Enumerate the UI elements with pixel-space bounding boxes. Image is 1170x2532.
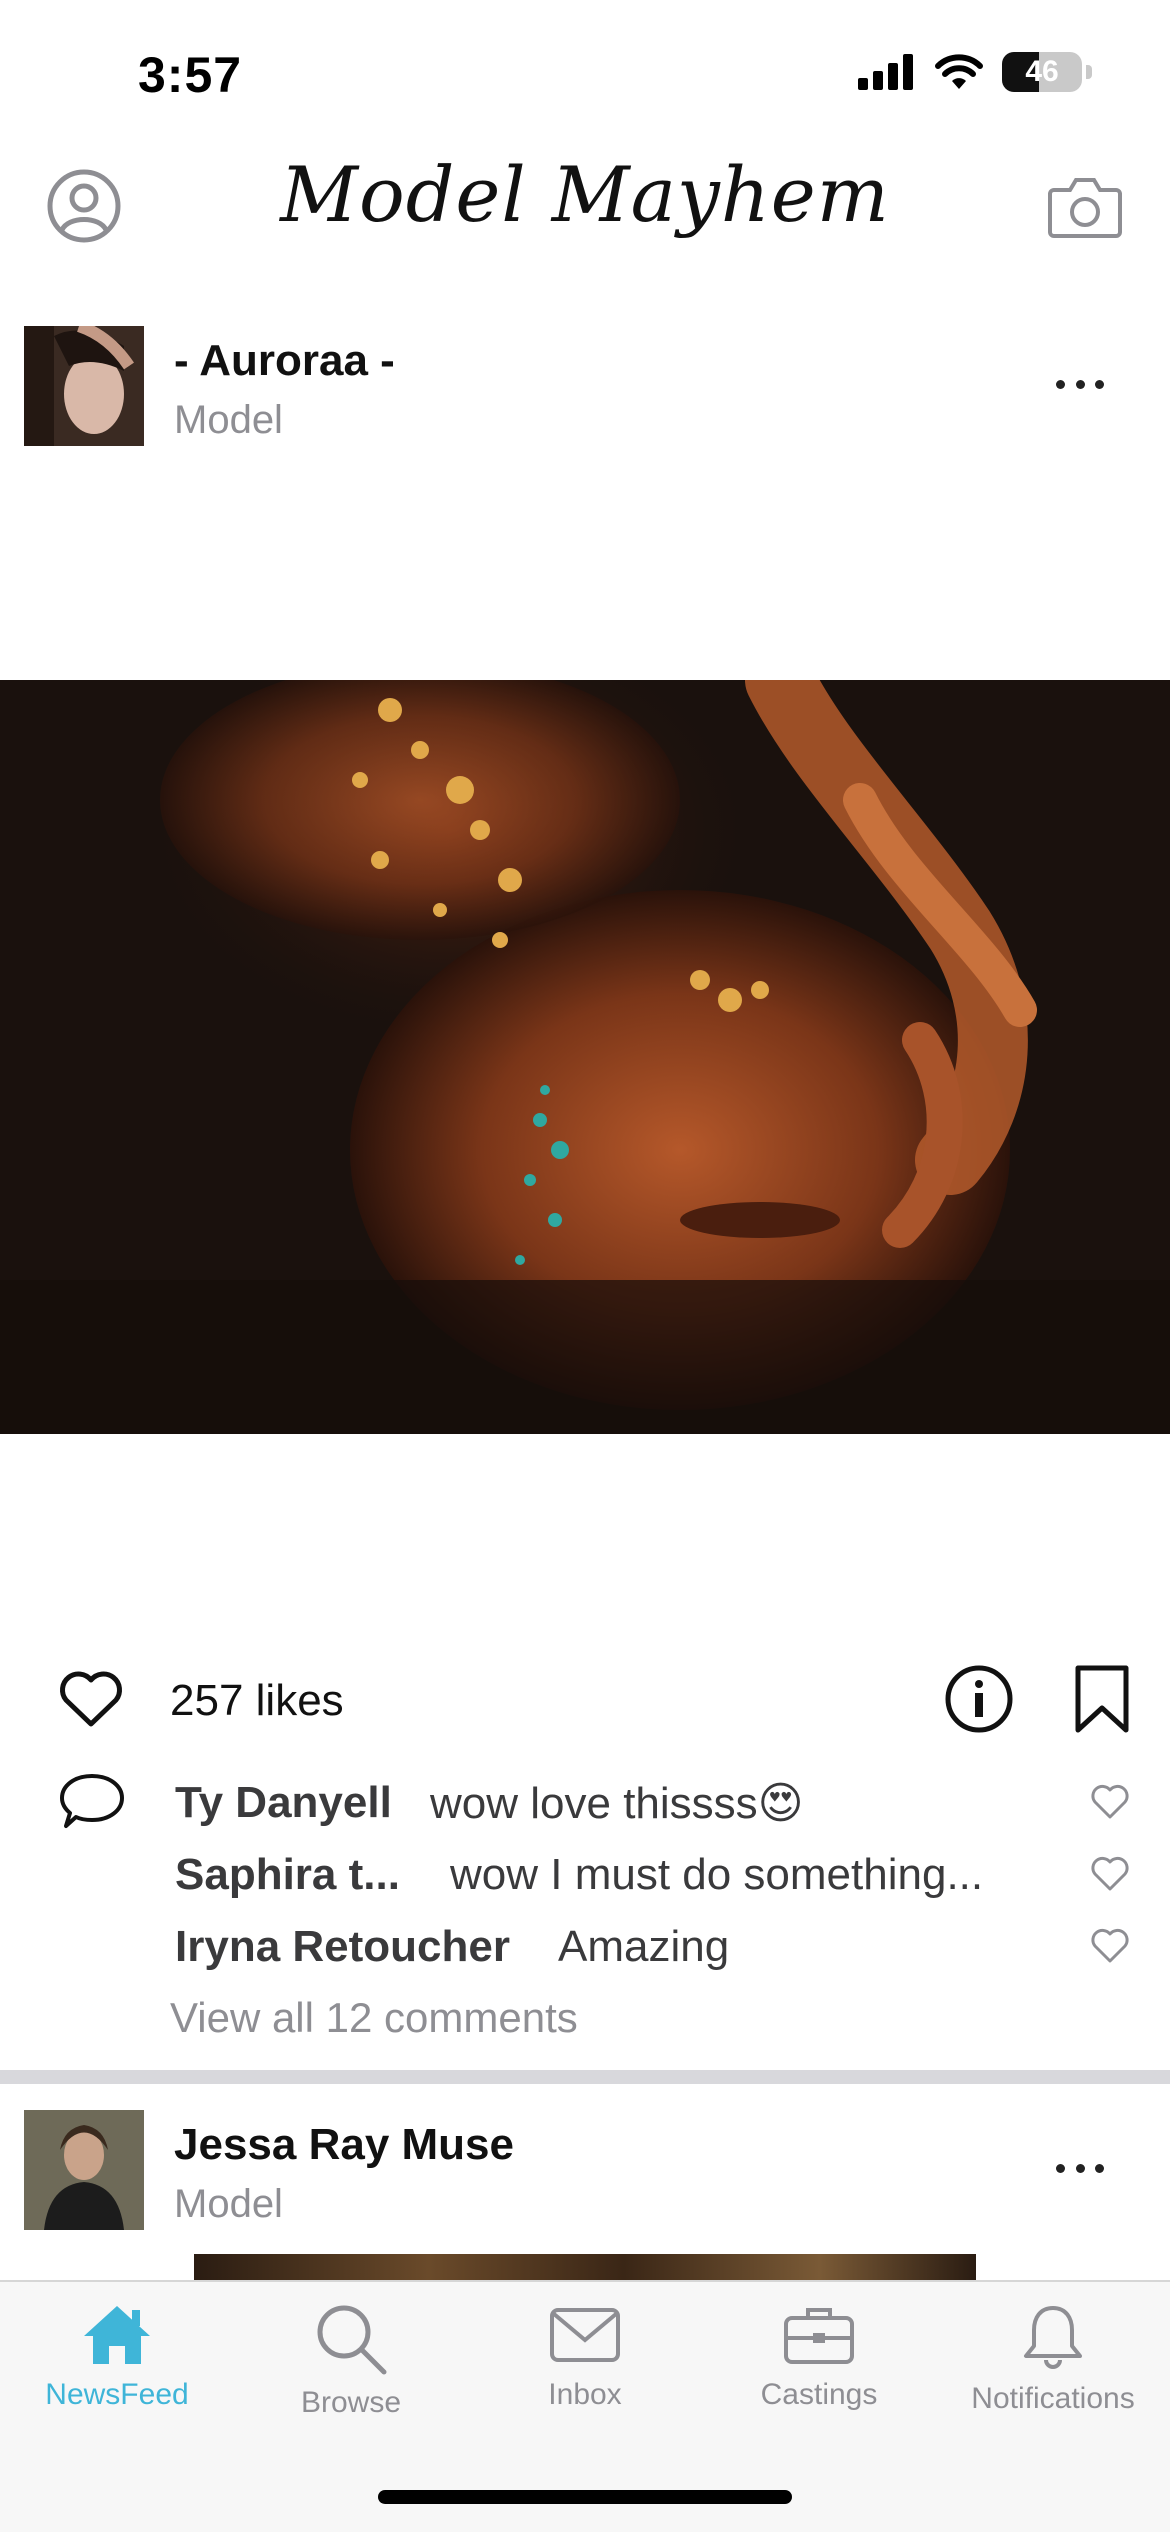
more-options-icon[interactable] [1056,374,1104,394]
comment-item: Ty Danyell wow love thissss😍 [0,1774,1170,1846]
avatar[interactable] [24,326,144,446]
info-icon[interactable] [944,1664,1014,1734]
app-title: Model Mayhem [280,150,890,239]
avatar[interactable] [24,2110,144,2230]
app-header: Model Mayhem [0,140,1170,270]
comment-author[interactable]: Ty Danyell [175,1778,392,1828]
mail-icon [550,2308,620,2362]
tab-label: Inbox [548,2378,622,2411]
tab-label: Castings [760,2378,878,2411]
status-bar: 3:57 46 [0,0,1170,140]
comment-heart-icon[interactable] [1090,1856,1130,1892]
status-time: 3:57 [138,47,243,103]
bookmark-icon[interactable] [1074,1664,1130,1734]
battery-indicator: 46 [1002,52,1082,92]
tab-label: Notifications [971,2382,1135,2415]
tab-castings[interactable]: Castings [702,2302,936,2452]
tab-inbox[interactable]: Inbox [468,2302,702,2452]
status-icons: 46 [858,52,1092,92]
cellular-signal-icon [858,54,913,90]
author-name[interactable]: - Auroraa - [174,336,395,386]
comment-text: Amazing [558,1922,730,1971]
tab-label: NewsFeed [45,2378,189,2411]
author-role: Model [174,398,283,442]
tab-newsfeed[interactable]: NewsFeed [0,2302,234,2452]
camera-icon[interactable] [1048,174,1122,238]
tab-label: Browse [300,2386,402,2419]
likes-count[interactable]: 257 likes [170,1676,344,1726]
comment-text: wow I must do something... [450,1850,984,1899]
tab-notifications[interactable]: Notifications [936,2302,1170,2452]
wifi-icon [935,54,983,89]
author-name[interactable]: Jessa Ray Muse [174,2120,514,2170]
more-options-icon[interactable] [1056,2158,1104,2178]
comments-list: Ty Danyell wow love thissss😍 Saphira t..… [0,1774,1170,1990]
search-icon [317,2305,387,2375]
post-actions: 257 likes [0,1650,1170,1750]
battery-level: 46 [1025,55,1059,88]
comment-item: Iryna Retoucher Amazing [0,1918,1170,1990]
bell-icon [1024,2306,1082,2369]
briefcase-icon [784,2308,854,2364]
home-indicator [378,2490,792,2504]
heart-icon[interactable] [58,1670,124,1728]
post-image[interactable] [0,680,1170,1434]
author-role: Model [174,2182,283,2226]
post-header: Jessa Ray Muse Model [0,2110,1170,2240]
comment-text: wow love thissss😍 [430,1779,804,1828]
comment-item: Saphira t... wow I must do something... [0,1846,1170,1918]
comment-author[interactable]: Iryna Retoucher [175,1922,510,1972]
view-all-comments-link[interactable]: View all 12 comments [170,1994,578,2042]
battery-cap [1086,65,1092,79]
comment-author[interactable]: Saphira t... [175,1850,400,1900]
home-icon [84,2306,150,2364]
comment-heart-icon[interactable] [1090,1784,1130,1820]
feed-divider [0,2070,1170,2084]
comment-heart-icon[interactable] [1090,1928,1130,1964]
post-header: - Auroraa - Model [0,326,1170,456]
tab-browse[interactable]: Browse [234,2302,468,2452]
